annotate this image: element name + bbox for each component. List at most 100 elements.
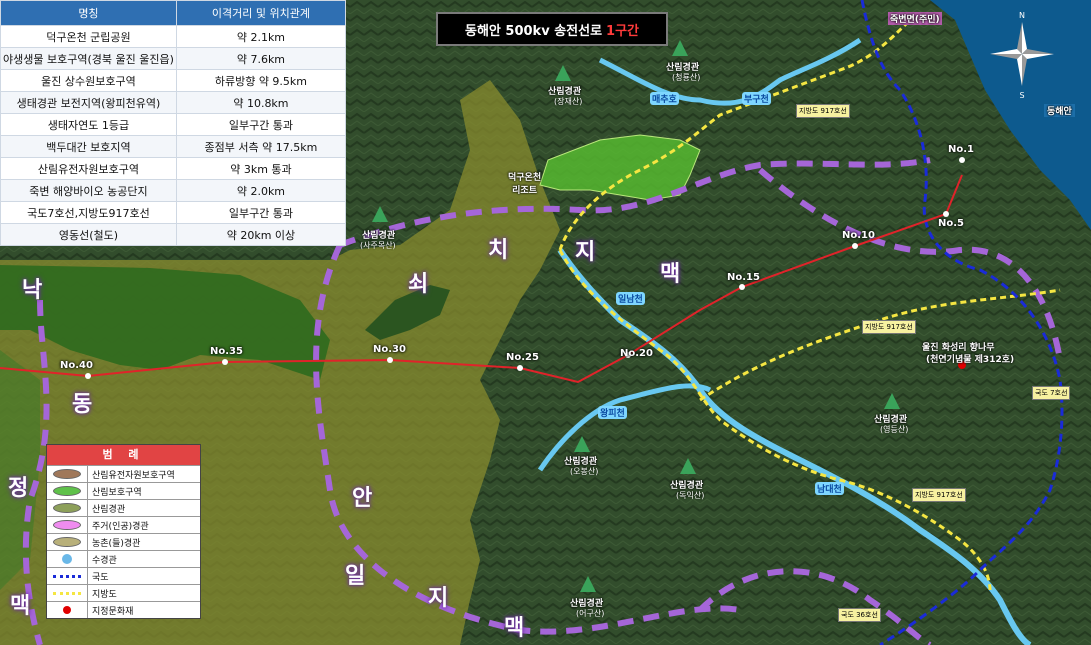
deokgu-resort-label: 덕구온천 리조트	[508, 173, 542, 196]
tower-label-25: No.25	[506, 352, 539, 363]
row-name: 죽변 해양바이오 농공단지	[0, 179, 177, 202]
row-value: 종점부 서측 약 17.5km	[175, 135, 347, 158]
tower-label-30: No.30	[373, 344, 406, 355]
row-value: 약 2.1km	[175, 25, 347, 48]
legend-item: 수경관	[47, 550, 200, 567]
legend-label: 지정문화재	[92, 606, 134, 617]
road-label-national-36: 국도 36호선	[838, 608, 881, 622]
river-label-wangpi: 왕피천	[598, 406, 627, 419]
road-label-917: 지방도 917호선	[862, 320, 916, 334]
landscape-sub: (영등산)	[880, 425, 909, 434]
row-value: 하류방향 약 9.5km	[175, 69, 347, 92]
landscape-sub: (독익산)	[676, 491, 705, 500]
map-title: 동해안 500kv 송전선로 1구간	[436, 12, 668, 46]
row-value: 약 10.8km	[175, 91, 347, 114]
distance-info-table: 명칭 이격거리 및 위치관계 덕구온천 군립공원 약 2.1km 야생생물 보호구…	[0, 0, 347, 246]
legend-label: 지방도	[92, 589, 117, 600]
legend-label: 농촌(들)경관	[92, 538, 141, 549]
town-label: 죽변면(주민)	[888, 12, 942, 25]
ridge-label-jeong: 정	[8, 476, 29, 501]
tower-no25-dot[interactable]	[517, 365, 523, 371]
svg-text:N: N	[1019, 11, 1025, 20]
tower-no5-dot[interactable]	[943, 211, 949, 217]
ridge-label-chi: 치	[488, 238, 509, 263]
yellow-dotted-line-icon	[53, 591, 81, 595]
svg-text:S: S	[1019, 91, 1024, 100]
legend-item: 주거(인공)경관	[47, 516, 200, 533]
row-name: 백두대간 보호지역	[0, 135, 177, 158]
row-name: 산림유전자원보호구역	[0, 157, 177, 180]
road-label-national-7: 국도 7호선	[1032, 386, 1071, 400]
ridge-label-dong: 동	[72, 392, 93, 417]
ridge-label-ji: 지	[428, 586, 449, 611]
khaki-ellipse-icon	[53, 537, 81, 547]
ridge-label-maek: 맥	[10, 594, 31, 619]
row-name: 국도7호선,지방도917호선	[0, 201, 177, 224]
row-value: 약 3km 통과	[175, 157, 347, 180]
row-name: 영동선(철도)	[0, 223, 177, 246]
table-row: 산림유전자원보호구역 약 3km 통과	[0, 157, 347, 180]
tower-no35-dot[interactable]	[222, 359, 228, 365]
table-header-relation: 이격거리 및 위치관계	[175, 0, 347, 26]
legend-item: 산림유전자원보호구역	[47, 465, 200, 482]
tower-label-5: No.5	[938, 218, 964, 229]
table-row: 국도7호선,지방도917호선 일부구간 통과	[0, 201, 347, 224]
river-label-namdae: 남대천	[815, 482, 844, 495]
legend-label: 산림경관	[92, 504, 126, 515]
river-label-maechu: 매추호	[650, 92, 679, 105]
table-row: 덕구온천 군립공원 약 2.1km	[0, 25, 347, 48]
tower-label-35: No.35	[210, 346, 243, 357]
row-value: 일부구간 통과	[175, 113, 347, 136]
river-label-bugu: 부구천	[742, 92, 771, 105]
tower-no10-dot[interactable]	[852, 243, 858, 249]
table-row: 생태경관 보전지역(왕피천유역) 약 10.8km	[0, 91, 347, 114]
ridge-label-maek3: 맥	[660, 262, 681, 287]
title-highlight: 1구간	[606, 23, 639, 39]
blue-dotted-line-icon	[53, 574, 81, 578]
row-value: 약 2.0km	[175, 179, 347, 202]
ridge-label-ji2: 지	[575, 240, 596, 265]
table-row: 울진 상수원보호구역 하류방향 약 9.5km	[0, 69, 347, 92]
landscape-sub: (오봉산)	[570, 467, 599, 476]
row-name: 생태경관 보전지역(왕피천유역)	[0, 91, 177, 114]
ridge-label-il: 일	[345, 564, 366, 589]
heritage-label-2: (천연기념물 제312호)	[926, 355, 1015, 365]
legend-title: 범 례	[47, 445, 200, 465]
legend-label: 산림보호구역	[92, 487, 142, 498]
row-name: 야생생물 보호구역(경북 울진 울진읍)	[0, 47, 177, 70]
legend-label: 국도	[92, 572, 109, 583]
tower-label-20: No.20	[620, 348, 653, 359]
tower-label-40: No.40	[60, 360, 93, 371]
map-legend: 범 례 산림유전자원보호구역 산림보호구역 산림경관 주거(인공)경관 농촌(들…	[46, 444, 201, 619]
ridge-label-nak: 낙	[22, 278, 43, 303]
brown-ellipse-icon	[53, 469, 81, 479]
sea-label: 동해안	[1044, 104, 1075, 117]
table-row: 야생생물 보호구역(경북 울진 울진읍) 약 7.6km	[0, 47, 347, 70]
legend-item: 지정문화재	[47, 601, 200, 618]
legend-item: 국도	[47, 567, 200, 584]
landscape-sub: (장재산)	[554, 97, 583, 106]
row-name: 덕구온천 군립공원	[0, 25, 177, 48]
olive-ellipse-icon	[53, 503, 81, 513]
tower-no1-dot[interactable]	[959, 157, 965, 163]
pink-ellipse-icon	[53, 520, 81, 530]
ridge-label-an: 안	[352, 486, 373, 511]
row-value: 약 7.6km	[175, 47, 347, 70]
water-drop-icon	[62, 554, 72, 564]
red-dot-icon	[63, 606, 71, 614]
table-row: 영동선(철도) 약 20km 이상	[0, 223, 347, 246]
ridge-label-soe: 쇠	[408, 272, 429, 297]
tower-label-10: No.10	[842, 230, 875, 241]
legend-item: 농촌(들)경관	[47, 533, 200, 550]
legend-label: 산림유전자원보호구역	[92, 470, 175, 481]
row-value: 일부구간 통과	[175, 201, 347, 224]
tower-no15-dot[interactable]	[739, 284, 745, 290]
table-row: 죽변 해양바이오 농공단지 약 2.0km	[0, 179, 347, 202]
road-label-917: 지방도 917호선	[912, 488, 966, 502]
row-name: 생태자연도 1등급	[0, 113, 177, 136]
landscape-sub: (청룡산)	[672, 73, 701, 82]
row-name: 울진 상수원보호구역	[0, 69, 177, 92]
legend-item: 산림보호구역	[47, 482, 200, 499]
tower-no30-dot[interactable]	[387, 357, 393, 363]
tower-no40-dot[interactable]	[85, 373, 91, 379]
